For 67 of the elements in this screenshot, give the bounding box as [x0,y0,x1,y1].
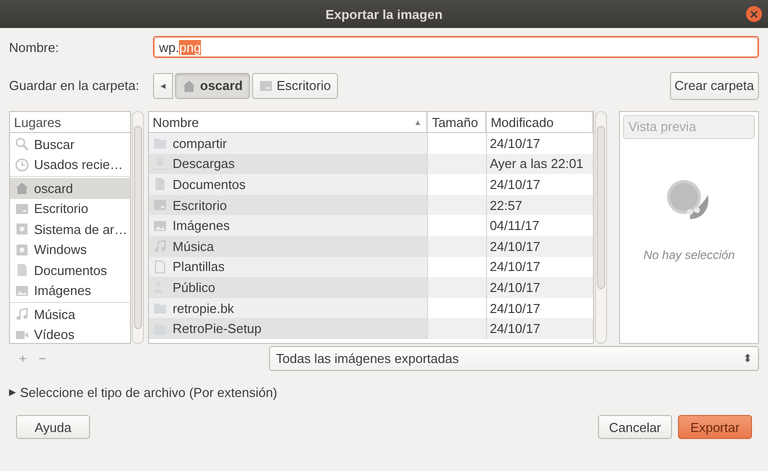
name-cell: RetroPie-Setup [148,318,427,339]
column-header[interactable]: Modificado [486,112,594,132]
places-item[interactable]: Usados recie… [10,154,130,175]
template-icon [152,260,167,274]
modified-cell: 24/10/17 [486,318,594,339]
name-cell: compartir [148,133,427,154]
folder-icon [152,301,167,316]
filename-field[interactable]: wp.png [153,36,759,58]
file-row[interactable]: Descargas Ayer a las 22:01 [148,154,594,174]
filter-dropdown[interactable]: Todas las imágenes exportadas ⬍ [269,346,759,370]
name-cell: Plantillas [148,256,427,278]
dialog-button[interactable]: Cancelar [598,415,672,439]
places-item[interactable]: Windows [10,240,130,260]
back-button[interactable]: ◂ [153,72,173,98]
desktop-icon [152,198,167,212]
image-icon [15,284,29,298]
desktop-icon [15,202,29,216]
expander-label: Seleccione el tipo de archivo (Por extensión) [20,384,278,400]
file-row[interactable]: Música 24/10/17 [148,236,594,257]
path-button[interactable]: Escritorio [252,72,338,98]
path-button[interactable]: oscard [175,72,250,98]
field-label: Nombre: [9,40,60,54]
name-cell: Documentos [148,174,427,195]
file-row[interactable]: retropie.bk 24/10/17 [148,298,594,318]
places-item[interactable]: Sistema de ar… [10,219,130,240]
places-item[interactable]: oscard [10,178,130,198]
dialog-button[interactable]: Ayuda [16,415,90,439]
drive-icon [15,222,29,236]
file-row[interactable]: Público 24/10/17 [148,277,594,298]
music-icon [152,239,167,254]
search-icon [15,137,29,152]
places-item[interactable]: Música [10,304,130,324]
name-cell: Imágenes [148,215,427,236]
image-icon [152,218,167,233]
places-item[interactable]: Imágenes [10,280,130,301]
places-item[interactable]: Escritorio [10,198,130,219]
scrollbar[interactable] [132,111,144,344]
file-row[interactable]: Escritorio 22:57 [148,194,594,216]
column-header[interactable]: Nombre ▲ [148,112,427,132]
name-cell: retropie.bk [148,298,427,318]
file-row[interactable]: RetroPie-Setup 24/10/17 [148,318,594,339]
places-item[interactable]: Documentos [10,260,130,280]
drive-icon [15,242,29,257]
preview-message: No hay selección [643,248,735,262]
name-cell: Música [148,236,427,257]
desktop-icon [258,78,273,92]
places-item[interactable]: Vídeos [10,324,130,343]
export-button[interactable]: Exportar [678,415,752,439]
home-icon [15,181,29,196]
preview-header: Vista previa [623,115,755,139]
home-icon [182,78,196,92]
name-cell: Escritorio [148,194,427,216]
document-icon [15,263,29,278]
window-title: Exportar la imagen [325,6,443,22]
clock-icon [15,158,29,172]
scrollbar[interactable] [595,111,608,344]
name-cell: Público [148,277,427,298]
places-item[interactable]: Buscar [10,134,130,154]
create-folder-button[interactable]: Crear carpeta [670,72,759,100]
sort-arrow-icon: ▲ [414,118,422,126]
music-icon [15,307,29,322]
column-header[interactable]: Tamaño [426,112,486,132]
file-row[interactable]: Plantillas 24/10/17 [148,256,594,278]
field-label: Guardar en la carpeta: [9,78,140,93]
name-cell: Descargas [148,154,427,174]
folder-icon [152,136,167,150]
document-icon [152,177,167,192]
